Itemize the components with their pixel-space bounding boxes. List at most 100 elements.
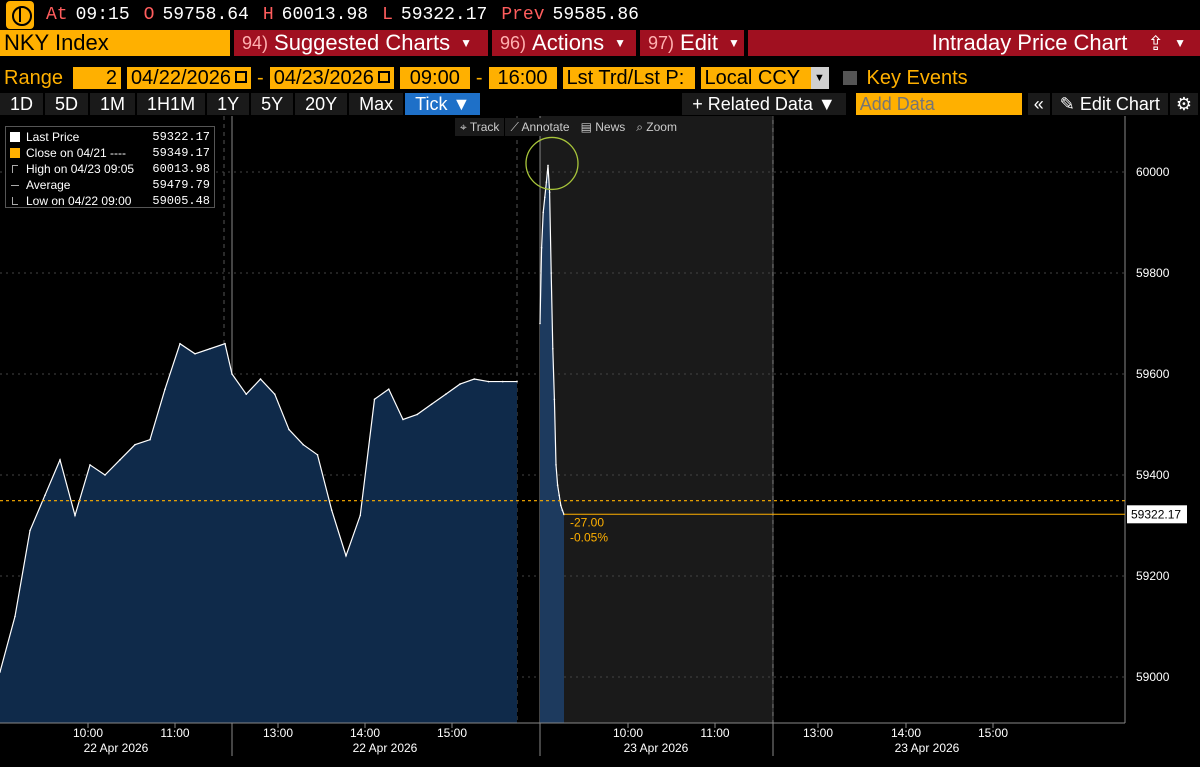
ticker-input[interactable]: NKY Index	[0, 30, 230, 56]
period-1d[interactable]: 1D	[0, 93, 44, 115]
price-point	[119, 459, 121, 461]
price-point	[487, 380, 490, 383]
y-tick-label: 59600	[1136, 367, 1170, 381]
calendar-icon[interactable]	[235, 70, 248, 83]
high-label: H	[262, 5, 274, 25]
page-title: Intraday Price Chart	[931, 30, 1128, 55]
edit-chart-button[interactable]: ✎ Edit Chart	[1051, 93, 1168, 115]
price-point	[164, 388, 166, 390]
menu-number: 94)	[242, 33, 269, 53]
prev-value: 59585.86	[552, 5, 639, 25]
y-tick-label: 59200	[1136, 569, 1170, 583]
price-point	[259, 378, 262, 380]
price-point	[547, 164, 549, 167]
track-tool[interactable]: ⌖ Track	[455, 118, 505, 136]
start-date-value: 04/22/2026	[130, 67, 232, 89]
period-1m[interactable]: 1M	[90, 93, 136, 115]
price-point	[104, 474, 106, 476]
field-select[interactable]: Lst Trd/Lst P:	[562, 67, 695, 89]
price-point	[194, 353, 196, 355]
end-date-value: 04/23/2026	[273, 67, 374, 89]
price-point	[44, 494, 46, 497]
price-point	[430, 403, 433, 406]
chevron-down-icon[interactable]: ▼	[810, 67, 829, 89]
legend-label: Close on 04/21 ----	[26, 146, 127, 160]
calendar-icon[interactable]	[377, 70, 390, 83]
price-point	[459, 383, 461, 385]
legend-low: Low on 04/22 09:00 59005.48	[10, 193, 210, 209]
price-point	[288, 428, 290, 431]
chart-legend[interactable]: Last Price 59322.17 Close on 04/21 ---- …	[5, 126, 215, 208]
period-5d[interactable]: 5D	[45, 93, 89, 115]
checkbox-icon[interactable]	[842, 71, 857, 85]
x-tick-label: 15:00	[978, 726, 1008, 740]
price-point	[387, 388, 390, 390]
title-box: Intraday Price Chart ⇪ ▼	[748, 30, 1200, 56]
gear-icon[interactable]: ⚙	[1169, 93, 1198, 115]
price-point	[558, 494, 560, 497]
x-date-label: 23 Apr 2026	[624, 741, 689, 755]
end-time-input[interactable]: 16:00	[488, 67, 557, 89]
period-tick[interactable]: Tick ▼	[405, 93, 481, 115]
news-tool[interactable]: ▤ News	[575, 118, 631, 136]
actions-menu[interactable]: 96) Actions ▼	[492, 30, 636, 56]
legend-value: 59322.17	[152, 130, 210, 144]
key-events-toggle[interactable]: Key Events	[842, 67, 968, 90]
add-data-input[interactable]	[855, 93, 1022, 115]
edit-menu[interactable]: 97) Edit ▼	[640, 30, 744, 56]
related-data-button[interactable]: + Related Data ▼	[682, 93, 846, 115]
last-price-tag-label: 59322.17	[1131, 507, 1181, 521]
time-dash: -	[475, 66, 483, 89]
start-time-input[interactable]: 09:00	[399, 67, 470, 89]
x-tick-label: 14:00	[350, 726, 380, 740]
legend-high: High on 04/23 09:05 60013.98	[10, 161, 210, 177]
range-days-input[interactable]: 2	[72, 67, 121, 89]
annotate-tool[interactable]: ⟋ Annotate	[505, 118, 575, 136]
price-point	[548, 191, 551, 193]
price-point	[516, 380, 518, 383]
currency-value: Local CCY	[704, 67, 801, 89]
x-date-label: 22 Apr 2026	[353, 741, 418, 755]
x-tick-label: 11:00	[160, 726, 189, 740]
price-point	[302, 443, 305, 446]
period-1y[interactable]: 1Y	[207, 93, 250, 115]
price-point	[555, 464, 557, 466]
end-date-input[interactable]: 04/23/2026	[269, 67, 394, 89]
collapse-icon[interactable]: «	[1027, 93, 1050, 115]
period-bar: 1D 5D 1M 1H1M 1Y 5Y 20Y Max Tick ▼ + Rel…	[0, 92, 1200, 116]
price-point	[473, 378, 476, 380]
menu-label: Suggested Charts	[274, 30, 451, 55]
start-date-input[interactable]: 04/22/2026	[126, 67, 252, 89]
caret-down-icon[interactable]: ▼	[1174, 36, 1186, 50]
high-value: 60013.98	[281, 5, 369, 25]
price-point	[552, 347, 554, 350]
suggested-charts-menu[interactable]: 94) Suggested Charts ▼	[234, 30, 488, 56]
period-5y[interactable]: 5Y	[251, 93, 294, 115]
price-point	[416, 413, 419, 416]
price-point	[330, 509, 333, 512]
price-point	[501, 380, 504, 383]
open-label: O	[143, 5, 155, 25]
zoom-tool[interactable]: ⌕ Zoom	[631, 118, 682, 136]
price-point	[224, 342, 226, 345]
period-1h1m[interactable]: 1H1M	[137, 93, 206, 115]
legend-label: Average	[26, 178, 71, 192]
currency-select[interactable]: Local CCY ▼	[700, 67, 829, 89]
period-20y[interactable]: 20Y	[295, 93, 348, 115]
price-point	[89, 464, 91, 466]
period-max[interactable]: Max	[349, 93, 404, 115]
x-tick-label: 14:00	[891, 726, 921, 740]
title-bar: NKY Index 94) Suggested Charts ▼ 96) Act…	[0, 30, 1200, 58]
x-date-label: 22 Apr 2026	[84, 741, 149, 755]
range-bar: Range 2 04/22/2026 - 04/23/2026 09:00 - …	[0, 66, 1200, 90]
menu-label: Actions	[532, 30, 605, 55]
price-point	[561, 509, 564, 512]
legend-label: Last Price	[26, 130, 80, 144]
price-point	[550, 272, 552, 274]
price-chart[interactable]: 59000 59200 59400 59600 59800 60000 59322.17 -2…	[0, 116, 1200, 767]
export-icon[interactable]: ⇪	[1147, 31, 1164, 56]
legend-value: 59479.79	[152, 178, 210, 192]
edit-chart-label: Edit Chart	[1079, 94, 1160, 114]
caret-down-icon: ▼	[727, 36, 740, 50]
legend-last-price: Last Price 59322.17	[10, 129, 210, 145]
